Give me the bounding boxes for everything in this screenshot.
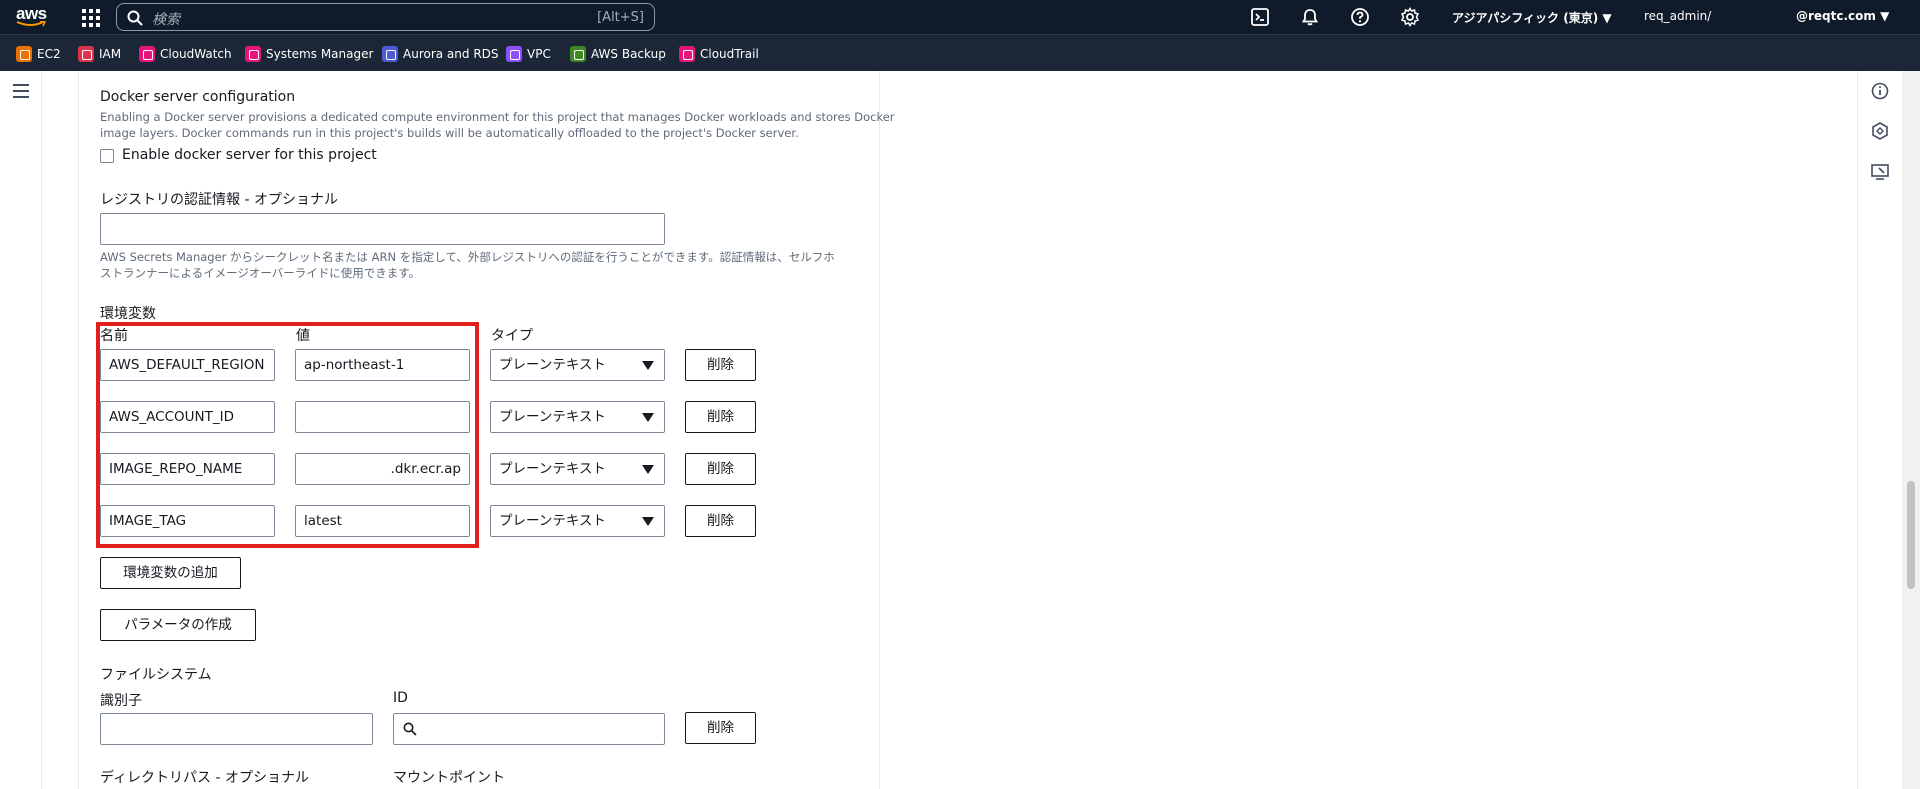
fav-iam[interactable]: IAM <box>78 46 121 62</box>
fav-cloudtrail[interactable]: CloudTrail <box>679 46 759 62</box>
id-label: ID <box>393 690 408 706</box>
backup-icon <box>570 46 586 62</box>
docker-config-title: Docker server configuration <box>100 89 296 105</box>
filesystem-identifier-input[interactable] <box>100 713 373 745</box>
fav-vpc[interactable]: VPC <box>506 46 551 62</box>
env-delete-button[interactable]: 削除 <box>685 349 756 381</box>
env-type-select[interactable]: プレーンテキスト <box>490 505 665 537</box>
iam-icon <box>78 46 94 62</box>
aws-logo[interactable]: aws <box>14 4 54 30</box>
left-nav-rail <box>0 71 42 789</box>
env-type-select[interactable]: プレーンテキスト <box>490 349 665 381</box>
env-type-select[interactable]: プレーンテキスト <box>490 401 665 433</box>
docker-config-desc-1: Enabling a Docker server provisions a de… <box>100 110 895 124</box>
env-delete-button[interactable]: 削除 <box>685 401 756 433</box>
env-delete-button[interactable]: 削除 <box>685 453 756 485</box>
scrollbar-thumb[interactable] <box>1907 481 1915 589</box>
systems-manager-icon <box>245 46 261 62</box>
annotation-highlight-box <box>96 322 479 548</box>
account-menu[interactable]: @reqtc.com ▼ <box>1796 9 1889 23</box>
fav-systems-manager[interactable]: Systems Manager <box>245 46 373 62</box>
hexagon-icon[interactable] <box>1870 121 1890 141</box>
env-col-type: タイプ <box>491 328 533 344</box>
search-shortcut: [Alt+S] <box>597 10 644 25</box>
caret-down-icon <box>642 413 654 422</box>
identifier-label: 識別子 <box>100 693 142 709</box>
screen-feedback-icon[interactable] <box>1870 162 1890 182</box>
fav-aurora-rds[interactable]: Aurora and RDS <box>382 46 499 62</box>
directory-path-label: ディレクトリパス - オプショナル <box>100 770 309 786</box>
registry-credential-input[interactable] <box>100 213 665 245</box>
services-grid-icon[interactable] <box>80 7 100 27</box>
user-menu[interactable]: req_admin/ <box>1644 9 1711 23</box>
fav-cloudwatch[interactable]: CloudWatch <box>139 46 232 62</box>
env-vars-label: 環境変数 <box>100 306 156 322</box>
registry-credential-label: レジストリの認証情報 - オプショナル <box>100 192 338 208</box>
menu-icon[interactable] <box>13 84 29 98</box>
fav-ec2[interactable]: EC2 <box>16 46 61 62</box>
add-env-var-button[interactable]: 環境変数の追加 <box>100 557 241 589</box>
help-icon[interactable] <box>1350 7 1370 27</box>
filesystem-delete-button[interactable]: 削除 <box>685 712 756 744</box>
filesystem-id-input[interactable] <box>393 713 665 745</box>
env-type-select[interactable]: プレーンテキスト <box>490 453 665 485</box>
enable-docker-label[interactable]: Enable docker server for this project <box>122 147 377 163</box>
cloudwatch-icon <box>139 46 155 62</box>
enable-docker-checkbox[interactable] <box>100 149 114 163</box>
env-delete-button[interactable]: 削除 <box>685 505 756 537</box>
registry-desc-1: AWS Secrets Manager からシークレット名または ARN を指定… <box>100 250 835 264</box>
rds-icon <box>382 46 398 62</box>
docker-config-desc-2: image layers. Docker commands run in thi… <box>100 126 799 140</box>
registry-desc-2: ストランナーによるイメージオーバーライドに使用できます。 <box>100 266 421 280</box>
search-icon <box>127 10 143 26</box>
cloudshell-icon[interactable] <box>1250 7 1270 27</box>
caret-down-icon <box>642 361 654 370</box>
fav-aws-backup[interactable]: AWS Backup <box>570 46 666 62</box>
search-bar[interactable]: 検索 [Alt+S] <box>116 3 655 31</box>
search-placeholder: 検索 <box>152 12 180 28</box>
mount-point-label: マウントポイント <box>393 770 505 786</box>
favorites-bar: EC2 IAM CloudWatch Systems Manager Auror… <box>0 34 1920 71</box>
top-navbar: aws 検索 [Alt+S] アジアパシフィック (東京) ▼ req_admi… <box>0 0 1920 34</box>
create-parameter-button[interactable]: パラメータの作成 <box>100 609 256 641</box>
vpc-icon <box>506 46 522 62</box>
page-scrollbar[interactable] <box>1902 71 1920 789</box>
search-icon <box>403 722 417 736</box>
ec2-icon <box>16 46 32 62</box>
caret-down-icon <box>642 517 654 526</box>
region-selector[interactable]: アジアパシフィック (東京) ▼ <box>1452 9 1612 26</box>
bell-icon[interactable] <box>1300 7 1320 27</box>
info-icon[interactable] <box>1870 81 1890 101</box>
aws-smile-icon <box>16 21 46 27</box>
cloudtrail-icon <box>679 46 695 62</box>
caret-down-icon <box>642 465 654 474</box>
gear-icon[interactable] <box>1400 7 1420 27</box>
filesystem-label: ファイルシステム <box>100 667 212 683</box>
right-tools-rail <box>1857 71 1902 789</box>
